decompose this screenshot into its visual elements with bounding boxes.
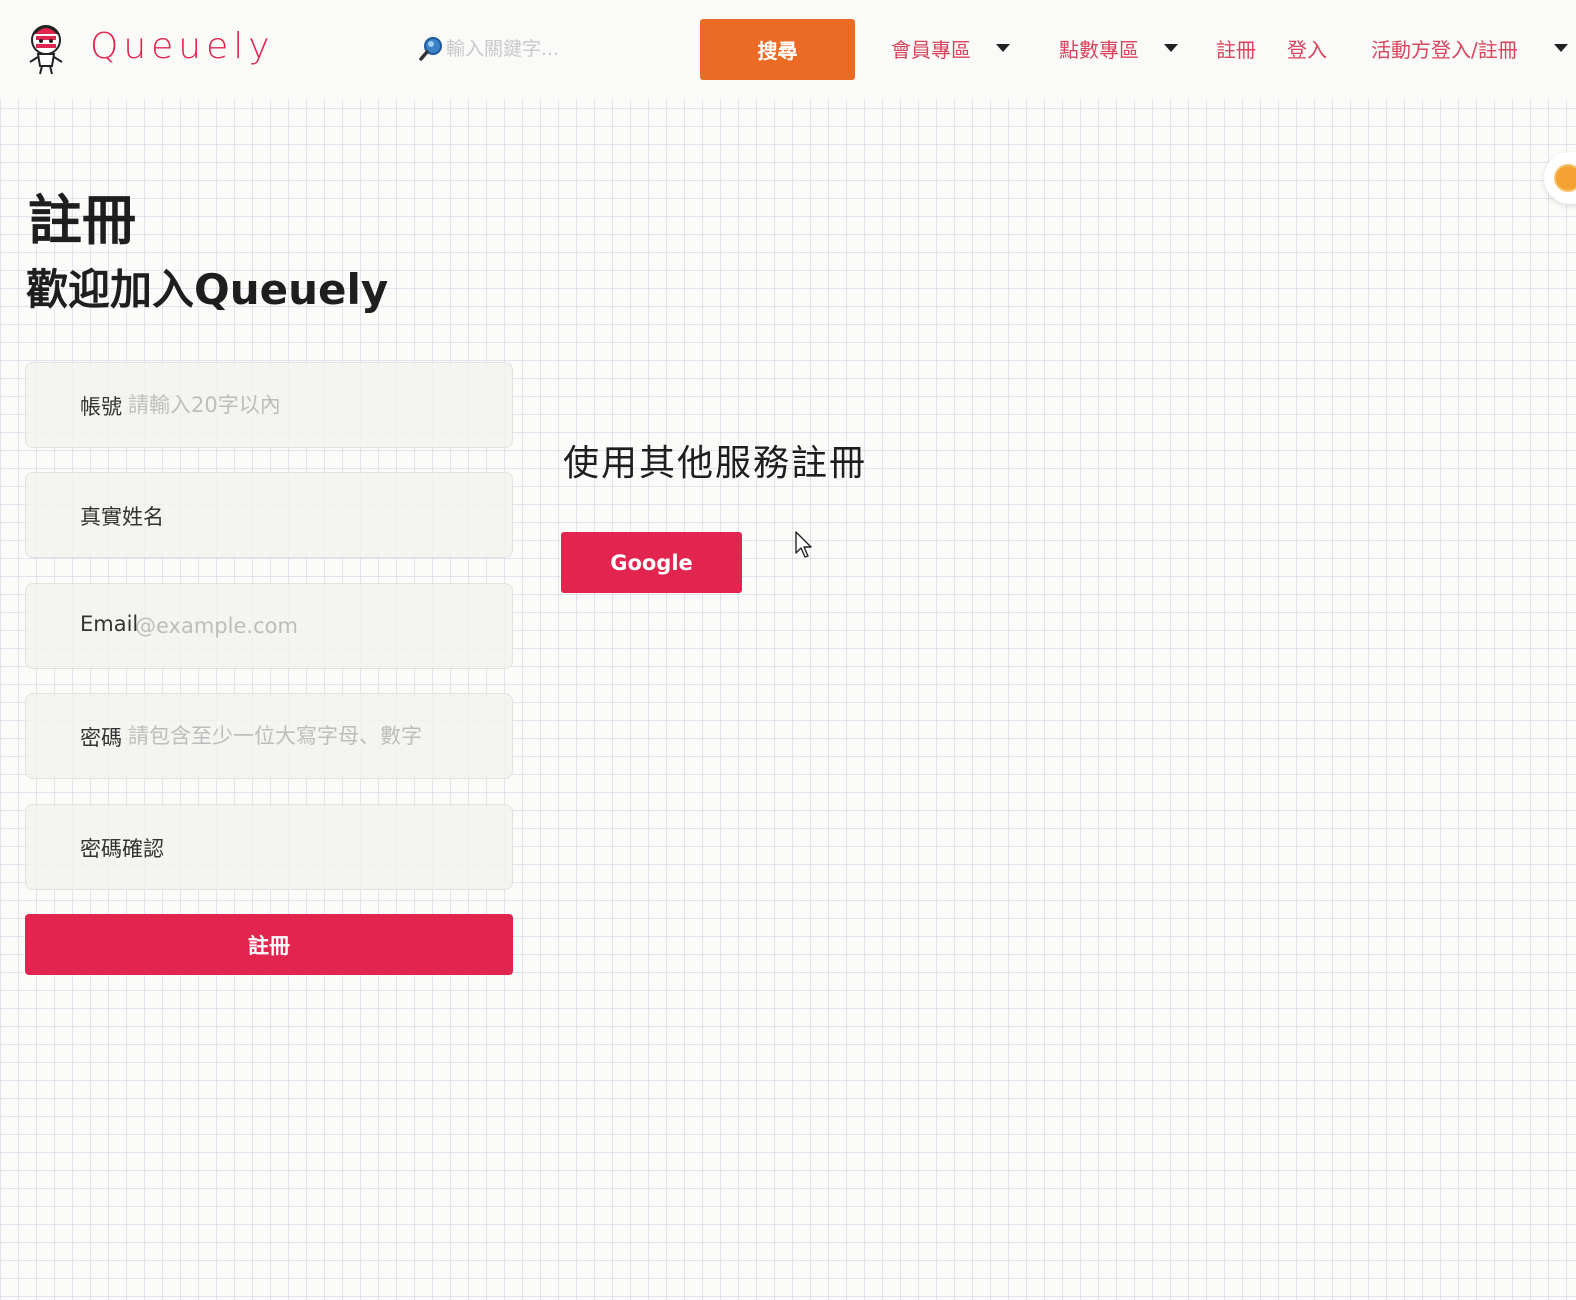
- email-field[interactable]: Email: [25, 583, 513, 669]
- password-confirm-field[interactable]: 密碼確認: [25, 804, 513, 890]
- nav-organizer-menu[interactable]: 活動方登入/註冊: [1371, 34, 1518, 63]
- brand-name[interactable]: Queuely: [90, 26, 275, 67]
- nav-register-link[interactable]: 註冊: [1216, 34, 1256, 63]
- register-submit-button[interactable]: 註冊: [25, 914, 513, 975]
- search-input[interactable]: [446, 32, 682, 66]
- header: Queuely 搜尋 會員專區 點數專區 註冊 登入 活動方登入/註冊: [0, 0, 1576, 100]
- password-field[interactable]: 密碼: [25, 693, 513, 779]
- account-input[interactable]: [128, 385, 498, 425]
- nav-member-menu[interactable]: 會員專區: [891, 34, 971, 63]
- email-input[interactable]: [135, 606, 495, 646]
- page-title: 註冊: [28, 189, 136, 252]
- google-signup-button[interactable]: Google: [561, 532, 742, 593]
- mouse-cursor-icon: [795, 531, 815, 559]
- real-name-field[interactable]: 真實姓名: [25, 472, 513, 558]
- chevron-down-icon[interactable]: [996, 44, 1010, 52]
- search-button[interactable]: 搜尋: [700, 19, 855, 80]
- password-confirm-label: 密碼確認: [80, 837, 164, 861]
- page-subtitle: 歡迎加入Queuely: [26, 265, 389, 314]
- other-services-title: 使用其他服務註冊: [563, 443, 868, 484]
- magnifier-icon: [418, 36, 444, 62]
- nav-login-link[interactable]: 登入: [1287, 34, 1327, 63]
- email-label: Email: [80, 612, 139, 636]
- password-input[interactable]: [128, 716, 498, 756]
- account-label: 帳號: [80, 395, 122, 419]
- chevron-down-icon[interactable]: [1554, 44, 1568, 52]
- chevron-down-icon[interactable]: [1164, 44, 1178, 52]
- nav-points-menu[interactable]: 點數專區: [1059, 34, 1139, 63]
- password-confirm-input[interactable]: [176, 827, 496, 867]
- real-name-input[interactable]: [176, 495, 496, 535]
- side-floating-badge[interactable]: [1544, 152, 1576, 204]
- account-field[interactable]: 帳號: [25, 362, 513, 448]
- real-name-label: 真實姓名: [80, 505, 164, 529]
- coin-icon: [1554, 164, 1576, 192]
- mascot-logo-icon[interactable]: [26, 22, 66, 76]
- search-bar: [414, 28, 684, 70]
- password-label: 密碼: [80, 726, 122, 750]
